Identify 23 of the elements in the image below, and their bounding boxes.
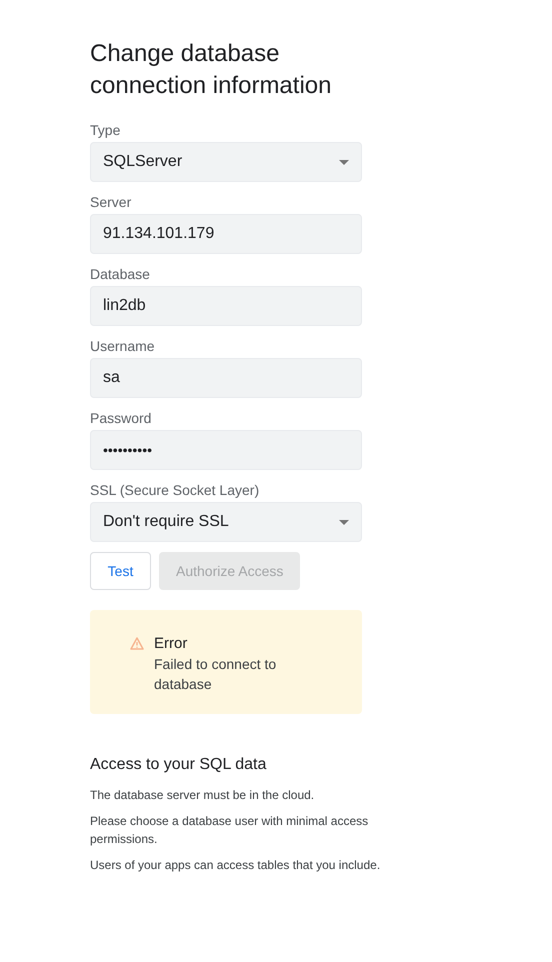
section-heading: Access to your SQL data xyxy=(90,756,268,774)
field-label: Server xyxy=(90,193,132,212)
password-field[interactable]: •••••••••• xyxy=(90,430,362,470)
input-field[interactable]: 91.134.101.179 xyxy=(90,214,362,254)
input-field[interactable]: lin2db xyxy=(90,286,362,326)
info-text: Please choose a database user with minimal access permissions. xyxy=(90,813,370,848)
input-field[interactable]: sa xyxy=(90,358,362,398)
caret-icon xyxy=(339,520,349,524)
alert-title: Error xyxy=(154,634,188,654)
alert-message: Failed to connect to database xyxy=(154,655,278,694)
info-text: Users of your apps can access tables that you include. xyxy=(90,857,382,874)
dropdown[interactable]: Don't require SSL xyxy=(90,502,362,542)
field-label: Database xyxy=(90,265,151,284)
field-label: Password xyxy=(90,409,152,428)
warning-icon xyxy=(130,637,144,650)
caret-icon xyxy=(339,160,349,164)
field-label: Type xyxy=(90,121,122,140)
field-label: Username xyxy=(90,337,156,356)
test-button[interactable]: Test xyxy=(90,552,151,590)
page-title: Change database connection information xyxy=(90,39,332,101)
info-text: The database server must be in the cloud. xyxy=(90,787,316,804)
dropdown[interactable]: SQLServer xyxy=(90,142,362,182)
field-label: SSL (Secure Socket Layer) xyxy=(90,481,260,500)
